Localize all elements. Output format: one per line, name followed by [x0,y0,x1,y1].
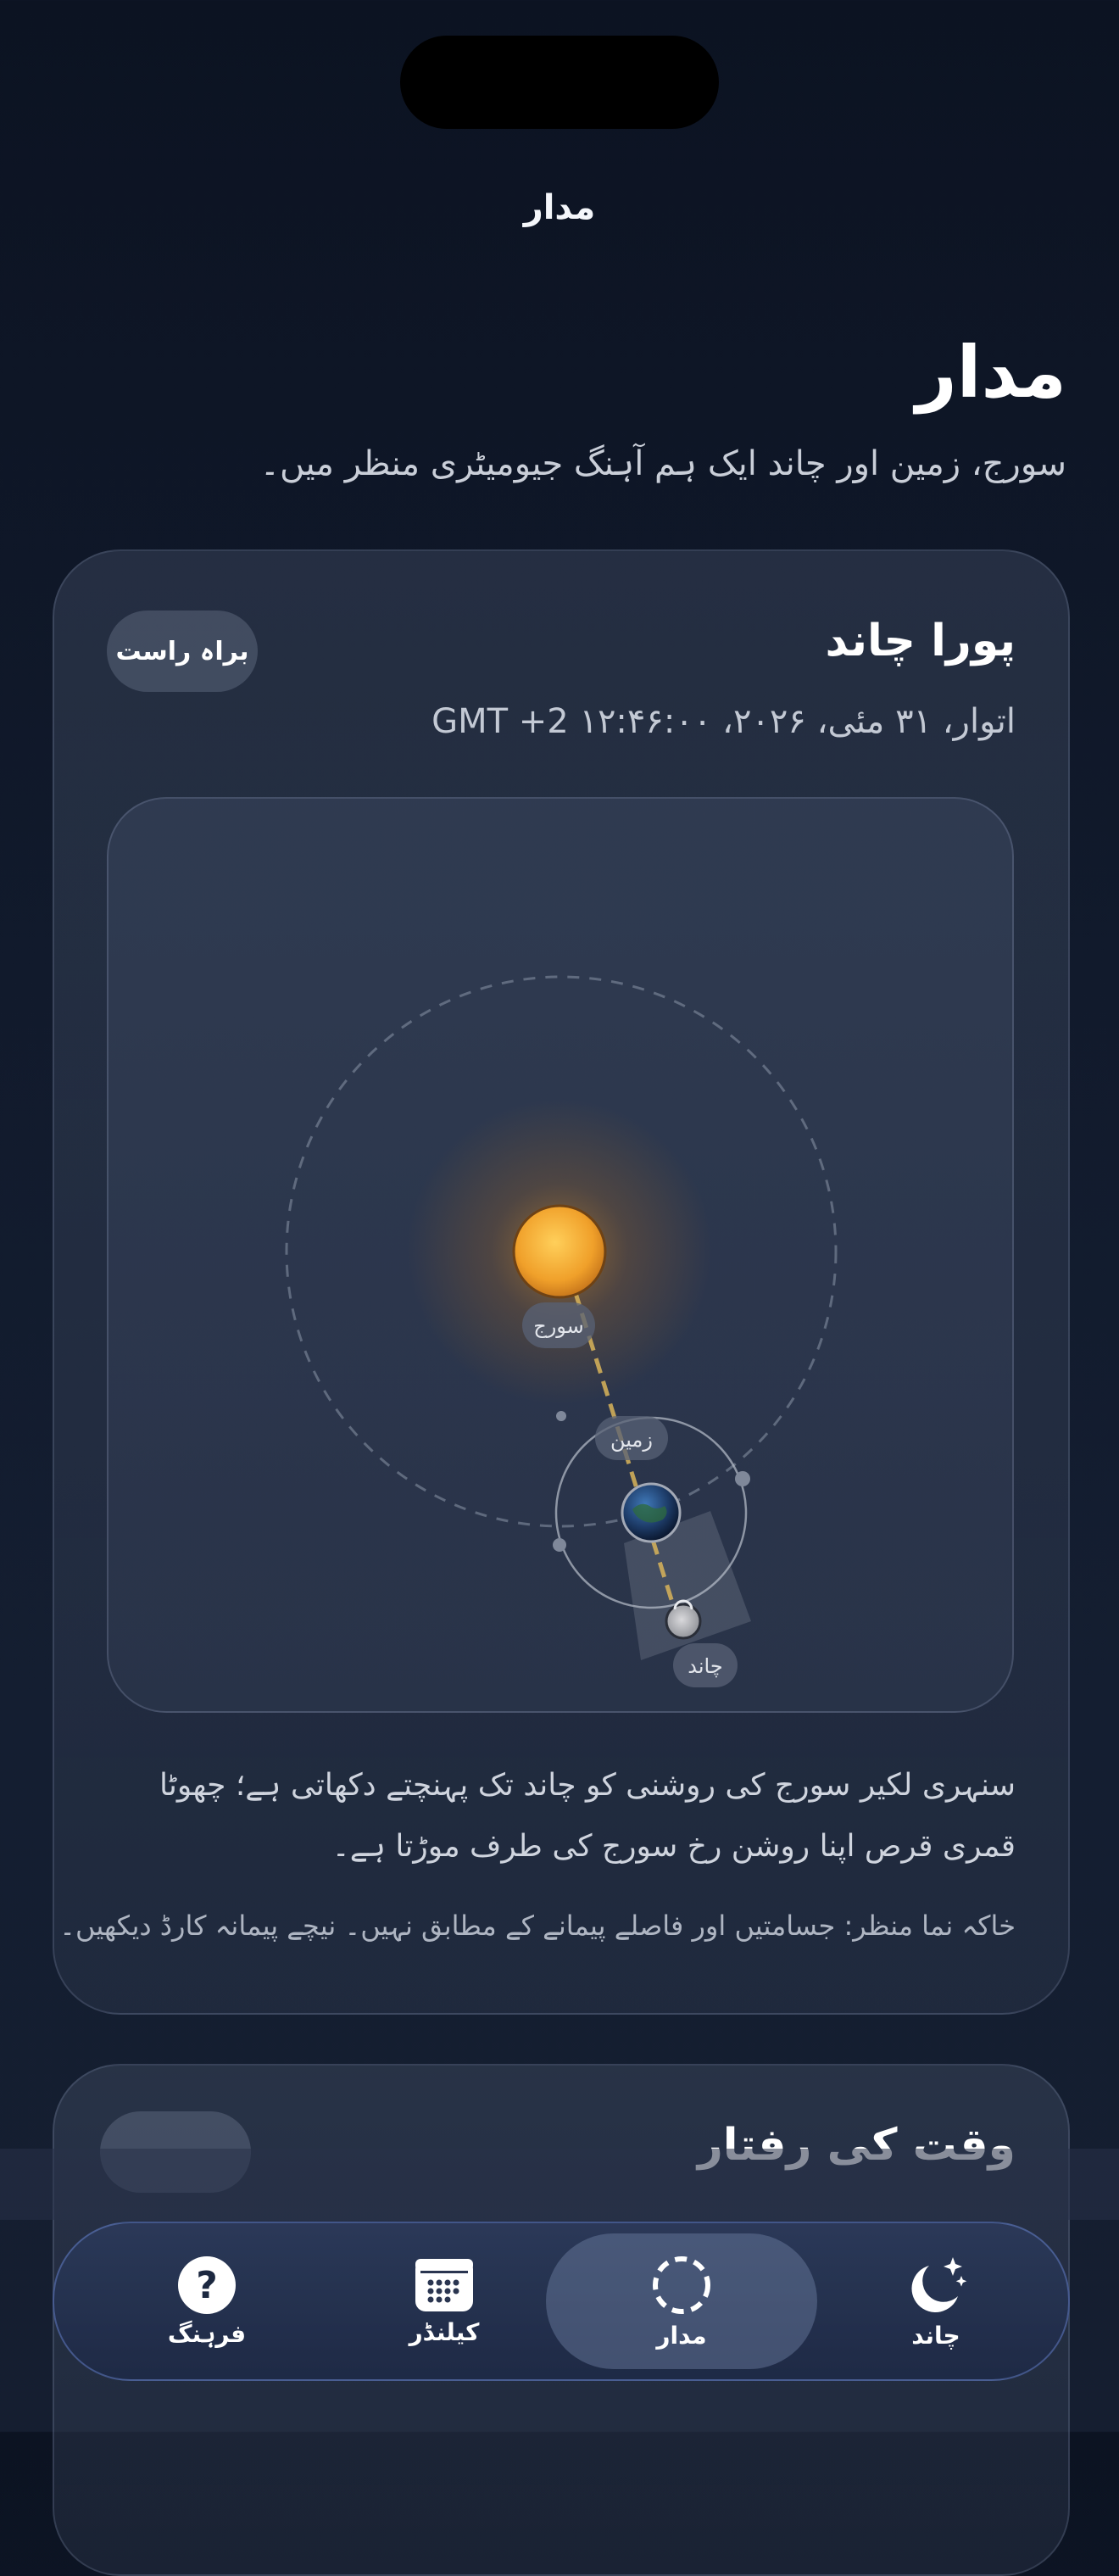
tab-glossary[interactable]: ? فرہنگ [148,2223,266,2379]
sun-disk [512,1204,607,1299]
question-circle-icon: ? [178,2255,236,2314]
tab-orbit-label: مدار [656,2321,707,2350]
tab-calendar[interactable]: کیلنڈر [376,2223,512,2379]
orbit-marker-3 [553,1538,566,1552]
dynamic-island [400,36,719,129]
tab-glossary-label: فرہنگ [167,2319,247,2348]
tab-orbit[interactable]: مدار [622,2223,741,2379]
moon-label-pill: چاند [673,1643,738,1687]
tab-moon[interactable]: چاند [885,2223,987,2379]
earth-label-pill: زمین [595,1416,668,1460]
tab-moon-label: چاند [911,2321,960,2350]
orbit-svg: سورج زمین چاند [285,975,838,1687]
orbit-diagram: سورج زمین چاند [107,797,1014,1713]
tabbar-backdrop [0,2149,1119,2220]
earth-label: زمین [610,1428,653,1452]
live-button[interactable]: براہ راست [107,611,258,692]
orbit-card: پورا چاند براہ راست اتوار، ۳۱ مئی، ۲۰۲۶،… [53,549,1070,2015]
tab-bar: ? فرہنگ کیلنڈر مدار چاند [53,2222,1070,2381]
orbit-marker-2 [735,1471,750,1486]
orbit-description: سنہری لکیر سورج کی روشنی کو چاند تک پہنچ… [159,1768,1016,1864]
page-subtitle: سورج، زمین اور چاند ایک ہم آہنگ جیومیٹری… [259,444,1066,483]
sun-label-pill: سورج [522,1302,595,1348]
moon-label: چاند [688,1654,722,1678]
moon-phase-title: پورا چاند [825,616,1016,666]
tab-calendar-label: کیلنڈر [409,2317,480,2346]
orbit-marker-1 [556,1411,566,1421]
moon-disk [665,1603,702,1640]
datetime-label: اتوار، ۳۱ مئی، ۲۰۲۶، ۱۲:۴۶:۰۰ GMT +2 [431,702,1016,741]
scale-note: خاکہ نما منظر: جسامتیں اور فاصلے پیمانے … [59,1910,1016,1942]
nav-title: مدار [523,188,596,227]
sun-label: سورج [533,1314,584,1338]
orbit-circle-icon [653,2255,710,2314]
moon-stars-icon [911,2256,967,2312]
page-title: مدار [916,331,1066,414]
calendar-icon [415,2258,473,2311]
svg-text:?: ? [196,2264,218,2307]
